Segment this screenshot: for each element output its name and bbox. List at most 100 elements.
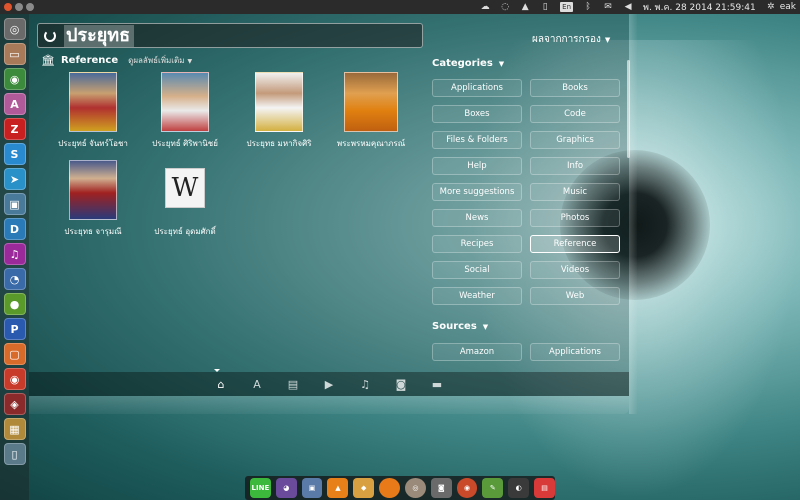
app-d-icon[interactable]: D — [3, 218, 26, 240]
files-lens-icon[interactable]: ▤ — [286, 377, 300, 391]
result-thumbnail — [344, 72, 398, 132]
app-p-icon[interactable]: P — [3, 318, 26, 340]
result-label: ประยุทธ์ จันทร์โอชา — [58, 139, 128, 148]
video-lens-icon[interactable]: ▶ — [322, 377, 336, 391]
vlc-icon[interactable]: ▲ — [327, 478, 349, 498]
sources-title: Sources — [432, 321, 477, 332]
headphones-icon[interactable]: ♫ — [3, 243, 26, 265]
category-header: 🏛 Reference ดูผลลัพธ์เพิ่มเติม ▼ — [41, 54, 192, 67]
gear-icon[interactable]: ✲ — [766, 2, 776, 12]
chrome-icon[interactable]: ◉ — [456, 478, 478, 498]
app-photo-icon[interactable]: ▦ — [3, 418, 26, 440]
result-item[interactable]: พระพรหมคุณาภรณ์ — [326, 72, 416, 150]
result-item[interactable]: ประยุทธ มหากิจศิริ — [234, 72, 324, 150]
camera-icon[interactable]: ◙ — [430, 478, 452, 498]
app-dark-red-icon[interactable]: ◈ — [3, 393, 26, 415]
filter-books[interactable]: Books — [530, 79, 620, 97]
skype-icon[interactable]: S — [3, 143, 26, 165]
category-title: Reference — [60, 55, 119, 66]
sources-filter-header[interactable]: Sources ▼ — [432, 321, 488, 332]
categories-filter-header[interactable]: Categories ▼ — [432, 58, 504, 69]
filter-weather[interactable]: Weather — [432, 287, 522, 305]
filter-recipes[interactable]: Recipes — [432, 235, 522, 253]
app-blue-icon[interactable]: ◔ — [3, 268, 26, 290]
filter-files-and-folders[interactable]: Files & Folders — [432, 131, 522, 149]
image-viewer-icon[interactable]: ▣ — [3, 193, 26, 215]
filter-videos[interactable]: Videos — [530, 261, 620, 279]
filter-help[interactable]: Help — [432, 157, 522, 175]
telegram-icon[interactable]: ➤ — [3, 168, 26, 190]
filter-scrollbar[interactable] — [627, 60, 630, 158]
result-item[interactable]: ประยุทธ์ จันทร์โอชา — [48, 72, 138, 150]
lens-bar: ⌂ A ▤ ▶ ♫ ◙ ▬ — [29, 372, 629, 396]
user-name[interactable]: eak — [780, 2, 796, 12]
mail-icon[interactable]: ✉ — [603, 2, 613, 12]
battery-icon[interactable]: ▯ — [540, 2, 550, 12]
editor-icon[interactable]: ✎ — [482, 478, 504, 498]
caret-down-icon: ▼ — [498, 60, 505, 68]
filezilla-icon[interactable]: Z — [3, 118, 26, 140]
ibus-icon[interactable]: ◆ — [353, 478, 375, 498]
filter-info[interactable]: Info — [530, 157, 620, 175]
filter-graphics[interactable]: Graphics — [530, 131, 620, 149]
sources-filter-grid: Amazon Applications — [432, 343, 620, 361]
close-window-button[interactable] — [4, 3, 12, 11]
filter-music[interactable]: Music — [530, 183, 620, 201]
social-lens-icon[interactable]: ▬ — [430, 377, 444, 391]
result-item[interactable]: ประยุทธ์ ศิริพานิชย์ — [140, 72, 230, 150]
minimize-window-button[interactable] — [15, 3, 23, 11]
bluetooth-icon[interactable]: ᛒ — [583, 2, 593, 12]
pidgin-icon[interactable]: ◕ — [275, 478, 297, 498]
filter-more-suggestions[interactable]: More suggestions — [432, 183, 522, 201]
filter-reference[interactable]: Reference — [530, 235, 620, 253]
app-red-icon[interactable]: ▤ — [534, 478, 555, 498]
filter-applications[interactable]: Applications — [432, 79, 522, 97]
filter-results-toggle[interactable]: ผลจากการกรอง ▼ — [532, 32, 610, 47]
source-applications[interactable]: Applications — [530, 343, 620, 361]
search-query[interactable]: ประยุทธ — [64, 24, 135, 47]
dock: LINE ◕ ▣ ▲ ◆ ◎ ◙ ◉ ✎ ◐ ▤ — [245, 476, 555, 500]
source-amazon[interactable]: Amazon — [432, 343, 522, 361]
home-lens-icon[interactable]: ⌂ — [214, 377, 228, 391]
filter-photos[interactable]: Photos — [530, 209, 620, 227]
dash-border-right — [629, 14, 637, 414]
disc-icon[interactable]: ◎ — [404, 478, 426, 498]
maximize-window-button[interactable] — [26, 3, 34, 11]
result-item[interactable]: ประยุทธ จารุมณี — [48, 160, 138, 238]
software-center-icon[interactable]: A — [3, 93, 26, 115]
app-green-icon[interactable]: ● — [3, 293, 26, 315]
caret-down-icon: ▼ — [604, 36, 611, 44]
app-orange-ball-icon[interactable] — [379, 478, 400, 498]
keyboard-layout-indicator[interactable]: En — [560, 2, 574, 12]
app-orange-icon[interactable]: ▢ — [3, 343, 26, 365]
app-red-icon[interactable]: ◉ — [3, 368, 26, 390]
dash-home-icon[interactable]: ◎ — [3, 18, 26, 40]
line-icon[interactable]: LINE — [250, 478, 271, 498]
result-item[interactable]: W ประยุทธ์ อุดมศักดิ์ — [140, 160, 230, 238]
files-icon[interactable]: ▭ — [3, 43, 26, 65]
chrome-icon[interactable]: ◉ — [3, 68, 26, 90]
filter-social[interactable]: Social — [432, 261, 522, 279]
filter-web[interactable]: Web — [530, 287, 620, 305]
cloud-icon[interactable]: ☁ — [480, 2, 490, 12]
screenshot-icon[interactable]: ▣ — [301, 478, 323, 498]
applications-lens-icon[interactable]: A — [250, 377, 264, 391]
filter-news[interactable]: News — [432, 209, 522, 227]
result-label: ประยุทธ์ อุดมศักดิ์ — [154, 227, 216, 236]
music-lens-icon[interactable]: ♫ — [358, 377, 372, 391]
trash-icon[interactable]: ▯ — [3, 443, 26, 465]
network-icon[interactable]: ▲ — [520, 2, 530, 12]
system-monitor-icon[interactable]: ◐ — [508, 478, 530, 498]
see-more-results-link[interactable]: ดูผลลัพธ์เพิ่มเติม ▼ — [128, 54, 192, 67]
search-input[interactable]: ประยุทธ — [37, 23, 423, 48]
filter-boxes[interactable]: Boxes — [432, 105, 522, 123]
filter-code[interactable]: Code — [530, 105, 620, 123]
result-label: พระพรหมคุณาภรณ์ — [336, 139, 406, 148]
result-thumbnail — [255, 72, 303, 132]
volume-icon[interactable]: ◀ — [623, 2, 633, 12]
clock[interactable]: พ. พ.ค. 28 2014 21:59:41 — [643, 0, 756, 14]
result-thumbnail — [69, 160, 117, 220]
wikipedia-icon: W — [165, 168, 205, 208]
sync-icon[interactable]: ◌ — [500, 2, 510, 12]
photos-lens-icon[interactable]: ◙ — [394, 377, 408, 391]
